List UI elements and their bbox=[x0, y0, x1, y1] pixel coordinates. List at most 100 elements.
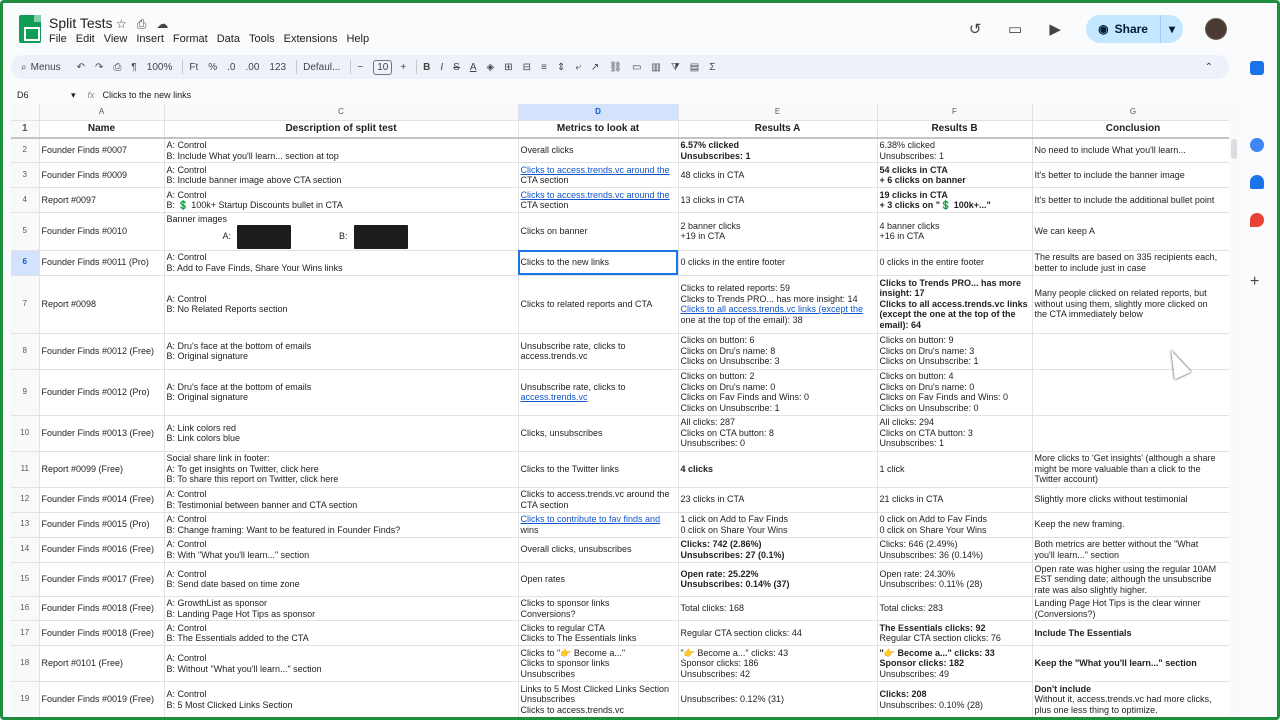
cell-g[interactable] bbox=[1032, 415, 1235, 452]
cell-e[interactable]: Clicks on button: 2 Clicks on Dru's name:… bbox=[678, 369, 878, 416]
share-dropdown-icon[interactable]: ▾ bbox=[1169, 22, 1175, 36]
cell-f[interactable]: 0 clicks in the entire footer bbox=[877, 250, 1033, 276]
cell-name[interactable]: Report #0099 (Free) bbox=[39, 451, 165, 488]
cell-d[interactable]: Clicks to related reports and CTA bbox=[518, 275, 679, 334]
move-icon[interactable]: ⎙ bbox=[137, 17, 147, 32]
cell-g[interactable]: We can keep A bbox=[1032, 212, 1235, 251]
cell-c[interactable]: A: Control B: With "What you'll learn..."… bbox=[164, 537, 519, 563]
filter-views-icon[interactable]: ▤ bbox=[690, 62, 699, 73]
cell-d[interactable]: Links to 5 Most Clicked Links Section Uns… bbox=[518, 681, 679, 717]
column-header-f[interactable]: F bbox=[877, 104, 1033, 121]
vertical-scrollbar[interactable] bbox=[1229, 104, 1239, 717]
functions-icon[interactable]: Σ bbox=[709, 62, 715, 73]
cell-f[interactable]: Clicks to Trends PRO... has more insight:… bbox=[877, 275, 1033, 334]
cell-g[interactable]: More clicks to 'Get insights' (although … bbox=[1032, 451, 1235, 488]
add-addon-icon[interactable]: + bbox=[1250, 273, 1264, 290]
strikethrough-button[interactable]: S bbox=[453, 62, 460, 73]
align-icon[interactable]: ≡ bbox=[541, 62, 547, 73]
cell-d[interactable]: Clicks, unsubscribes bbox=[518, 415, 679, 452]
select-all-corner[interactable] bbox=[11, 104, 40, 121]
cell-c[interactable]: A: Control B: 💲 100k+ Startup Discounts b… bbox=[164, 187, 519, 213]
menu-extensions[interactable]: Extensions bbox=[284, 33, 343, 45]
cell-c[interactable]: A: GrowthList as sponsor B: Landing Page … bbox=[164, 596, 519, 621]
collapse-toolbar-icon[interactable]: ⌃ bbox=[1205, 62, 1213, 73]
cell-e[interactable]: "👉 Become a..." clicks: 43 Sponsor clicks… bbox=[678, 645, 878, 682]
cell-f[interactable]: Clicks on button: 4 Clicks on Dru's name:… bbox=[877, 369, 1033, 416]
cloud-status-icon[interactable]: ☁ bbox=[156, 17, 168, 32]
cell-e[interactable]: Regular CTA section clicks: 44 bbox=[678, 620, 878, 646]
header-cell[interactable]: Metrics to look at bbox=[518, 120, 679, 139]
cell-g[interactable]: Many people clicked on related reports, … bbox=[1032, 275, 1235, 334]
cell-g[interactable]: The results are based on 335 recipients … bbox=[1032, 250, 1235, 276]
cell-g[interactable]: It's better to include the additional bu… bbox=[1032, 187, 1235, 213]
cell-e[interactable]: Total clicks: 168 bbox=[678, 596, 878, 621]
header-cell[interactable]: Description of split test bbox=[164, 120, 519, 139]
cell-name[interactable]: Founder Finds #0011 (Pro) bbox=[39, 250, 165, 276]
row-number[interactable]: 14 bbox=[11, 537, 40, 563]
cell-d[interactable]: Overall clicks, unsubscribes bbox=[518, 537, 679, 563]
row-number[interactable]: 5 bbox=[11, 212, 40, 251]
cell-e[interactable]: 48 clicks in CTA bbox=[678, 162, 878, 188]
formula-input[interactable]: Clicks to the new links bbox=[103, 90, 192, 100]
font-size-input[interactable]: 10 bbox=[373, 59, 393, 75]
cell-g[interactable]: Include The Essentials bbox=[1032, 620, 1235, 646]
cell-f[interactable]: Clicks: 646 (2.49%) Unsubscribes: 36 (0.1… bbox=[877, 537, 1033, 563]
cell-e[interactable]: 1 click on Add to Fav Finds 0 click on Sh… bbox=[678, 512, 878, 538]
cell-e[interactable]: Unsubscribes: 0.12% (31) bbox=[678, 681, 878, 717]
cell-d[interactable]: Unsubscribe rate, clicks to access.trends… bbox=[518, 369, 679, 416]
name-box-dropdown-icon[interactable]: ▾ bbox=[71, 90, 76, 101]
cell-name[interactable]: Founder Finds #0009 bbox=[39, 162, 165, 188]
cell-e[interactable]: 4 clicks bbox=[678, 451, 878, 488]
banner-image-thumbnail[interactable] bbox=[237, 224, 292, 249]
borders-icon[interactable]: ⊞ bbox=[504, 62, 512, 73]
cell-d[interactable]: Clicks to the Twitter links bbox=[518, 451, 679, 488]
cell-e[interactable]: Open rate: 25.22% Unsubscribes: 0.14% (37… bbox=[678, 562, 878, 597]
row-number[interactable]: 12 bbox=[11, 487, 40, 513]
cell-c[interactable]: A: Control B: Without "What you'll learn.… bbox=[164, 645, 519, 682]
cell-f[interactable]: Total clicks: 283 bbox=[877, 596, 1033, 621]
row-number[interactable]: 17 bbox=[11, 620, 40, 646]
menus-search[interactable]: ⌕ Menus bbox=[21, 62, 61, 73]
cell-name[interactable]: Founder Finds #0016 (Free) bbox=[39, 537, 165, 563]
cell-g[interactable]: Landing Page Hot Tips is the clear winne… bbox=[1032, 596, 1235, 621]
cell-e[interactable]: 0 clicks in the entire footer bbox=[678, 250, 878, 276]
cell-c[interactable]: A: Link colors red B: Link colors blue bbox=[164, 415, 519, 452]
cell-d[interactable]: Clicks to access.trends.vc around the CTA… bbox=[518, 162, 679, 188]
column-header-e[interactable]: E bbox=[678, 104, 878, 121]
font-select[interactable]: Defaul... bbox=[303, 62, 340, 73]
cell-c[interactable]: A: Control B: No Related Reports section bbox=[164, 275, 519, 334]
cell-name[interactable]: Founder Finds #0012 (Pro) bbox=[39, 369, 165, 416]
document-title[interactable]: Split Tests bbox=[49, 15, 113, 31]
row-number[interactable]: 1 bbox=[11, 120, 40, 139]
cell-e[interactable]: 2 banner clicks +19 in CTA bbox=[678, 212, 878, 251]
scrollbar-thumb[interactable] bbox=[1231, 139, 1237, 159]
row-number[interactable]: 6 bbox=[11, 250, 40, 276]
cell-f[interactable]: 54 clicks in CTA + 6 clicks on banner bbox=[877, 162, 1033, 188]
history-icon[interactable]: ↺ bbox=[966, 20, 984, 38]
cell-name[interactable]: Founder Finds #0018 (Free) bbox=[39, 596, 165, 621]
cell-f[interactable]: 0 click on Add to Fav Finds 0 click on Sh… bbox=[877, 512, 1033, 538]
wrap-icon[interactable]: ⤶ bbox=[575, 62, 581, 73]
menu-data[interactable]: Data bbox=[217, 33, 245, 45]
cell-g[interactable]: Both metrics are better without the "Wha… bbox=[1032, 537, 1235, 563]
name-box[interactable]: D6 bbox=[11, 90, 71, 100]
fill-color-icon[interactable]: ◈ bbox=[487, 62, 495, 73]
bold-button[interactable]: B bbox=[423, 62, 430, 73]
increase-decimal-button[interactable]: .00 bbox=[246, 62, 260, 73]
cell-f[interactable]: 21 clicks in CTA bbox=[877, 487, 1033, 513]
chart-icon[interactable]: ▥ bbox=[651, 62, 660, 73]
cell-g[interactable] bbox=[1032, 333, 1235, 370]
link-icon[interactable]: ⛓ bbox=[609, 62, 622, 73]
comments-icon[interactable]: ▭ bbox=[1006, 20, 1024, 38]
cell-d[interactable]: Clicks to regular CTA Clicks to The Essen… bbox=[518, 620, 679, 646]
text-color-button[interactable]: A bbox=[470, 62, 477, 73]
column-header-g[interactable]: G bbox=[1032, 104, 1235, 121]
cell-d[interactable]: Overall clicks bbox=[518, 138, 679, 163]
cell-d[interactable]: Unsubscribe rate, clicks to access.trends… bbox=[518, 333, 679, 370]
cell-d[interactable]: Clicks on banner bbox=[518, 212, 679, 251]
column-header-a[interactable]: A bbox=[39, 104, 165, 121]
sheets-logo-icon[interactable] bbox=[19, 15, 41, 43]
row-number[interactable]: 11 bbox=[11, 451, 40, 488]
row-number[interactable]: 16 bbox=[11, 596, 40, 621]
cell-g[interactable]: It's better to include the banner image bbox=[1032, 162, 1235, 188]
